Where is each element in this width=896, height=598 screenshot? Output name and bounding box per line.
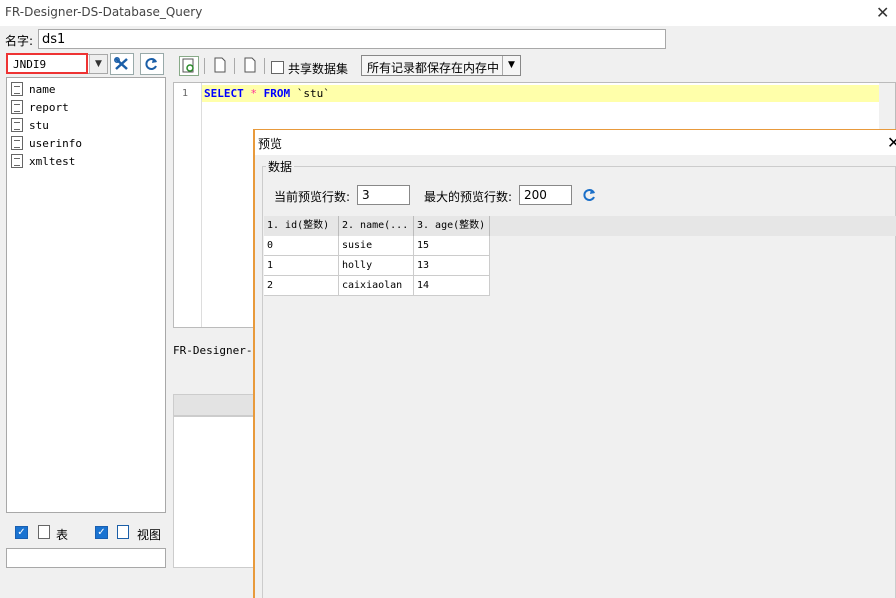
line-number: 1 (182, 88, 189, 99)
divider (264, 58, 265, 74)
divider (204, 58, 205, 74)
view-icon (117, 525, 129, 539)
divider (234, 58, 235, 74)
close-icon[interactable]: ✕ (876, 3, 889, 22)
table-icon (38, 525, 50, 539)
preview-grid-header: 1. id(整数) 2. name(... 3. age(整数) (264, 216, 896, 236)
table-icon (11, 136, 23, 150)
table-cell: 15 (414, 236, 490, 256)
max-rows-label: 最大的预览行数: (424, 190, 513, 204)
current-rows-label: 当前预览行数: (274, 190, 351, 204)
column-header[interactable]: 1. id(整数) (264, 216, 339, 236)
refresh-icon (583, 189, 595, 201)
table-cell: holly (339, 256, 414, 276)
table-cell: 13 (414, 256, 490, 276)
tree-item-label: stu (29, 119, 49, 132)
page-button[interactable] (241, 56, 261, 76)
dialog-title-bar: 预览 ✕ (255, 130, 896, 155)
table-tree: name report stu userinfo xmltest (6, 77, 166, 513)
column-header[interactable]: 3. age(整数) (414, 216, 490, 236)
tree-item-label: userinfo (29, 137, 82, 150)
preview-icon (182, 58, 194, 73)
document-icon (244, 57, 256, 73)
filter-input[interactable] (6, 548, 166, 568)
column-header[interactable]: 2. name(... (339, 216, 414, 236)
edit-connection-button[interactable] (110, 53, 134, 75)
save-mode-value: 所有记录都保存在内存中 (367, 61, 500, 75)
name-row: 名字: (0, 26, 896, 52)
name-label: 名字: (5, 34, 34, 48)
preview-dialog: 预览 ✕ 数据 当前预览行数: 3 最大的预览行数: 200 1. id(整数)… (253, 129, 896, 598)
sql-keyword: FROM (263, 87, 291, 100)
editor-toolbar: 共享数据集 所有记录都保存在内存中 ▼ (173, 52, 896, 80)
table-cell: 1 (264, 256, 339, 276)
new-param-button[interactable] (211, 56, 231, 76)
current-rows-input[interactable]: 3 (357, 185, 410, 205)
tools-icon (114, 57, 128, 70)
highlight-box (6, 53, 88, 74)
refresh-icon (145, 58, 157, 70)
lower-panel-label: FR-Designer-Da (173, 344, 266, 357)
window-title: FR-Designer-DS-Database_Query (5, 5, 203, 19)
table-cell: caixiaolan (339, 276, 414, 296)
line-gutter: 1 (174, 83, 202, 327)
save-mode-select[interactable]: 所有记录都保存在内存中 ▼ (361, 55, 521, 76)
data-group-label: 数据 (266, 158, 295, 175)
table-cell: 0 (264, 236, 339, 256)
max-rows-input[interactable]: 200 (519, 185, 572, 205)
close-icon[interactable]: ✕ (887, 133, 896, 152)
table-icon (11, 118, 23, 132)
table-icon (11, 100, 23, 114)
sql-operator: * (250, 87, 257, 100)
sql-line: SELECT * FROM `stu` (202, 85, 882, 102)
dialog-title: 预览 (258, 137, 283, 151)
chevron-down-icon[interactable]: ▼ (89, 55, 107, 73)
document-icon (214, 57, 226, 73)
table-check-label: 表 (56, 528, 69, 542)
table-checkbox[interactable]: ✓ (15, 526, 28, 539)
sql-text: SELECT * FROM `stu` (204, 87, 330, 100)
name-input[interactable] (38, 29, 666, 49)
sql-keyword: SELECT (204, 87, 244, 100)
sql-identifier: `stu` (296, 87, 330, 100)
preview-button[interactable] (179, 56, 199, 76)
title-bar: FR-Designer-DS-Database_Query ✕ (0, 0, 896, 26)
share-dataset-label: 共享数据集 (288, 62, 349, 76)
table-icon (11, 82, 23, 96)
table-icon (11, 154, 23, 168)
refresh-button[interactable] (582, 187, 598, 206)
table-cell: 2 (264, 276, 339, 296)
view-checkbox[interactable]: ✓ (95, 526, 108, 539)
tree-item-label: name (29, 83, 56, 96)
table-cell: 14 (414, 276, 490, 296)
share-dataset-checkbox[interactable] (271, 61, 284, 74)
table-cell: susie (339, 236, 414, 256)
tree-item-label: xmltest (29, 155, 76, 168)
left-panel: JNDI9 ▼ name report stu userinfo xmltest… (4, 52, 170, 572)
chevron-down-icon[interactable]: ▼ (502, 56, 520, 75)
view-check-label: 视图 (137, 528, 162, 542)
refresh-button[interactable] (140, 53, 164, 75)
tree-item-label: report (29, 101, 69, 114)
